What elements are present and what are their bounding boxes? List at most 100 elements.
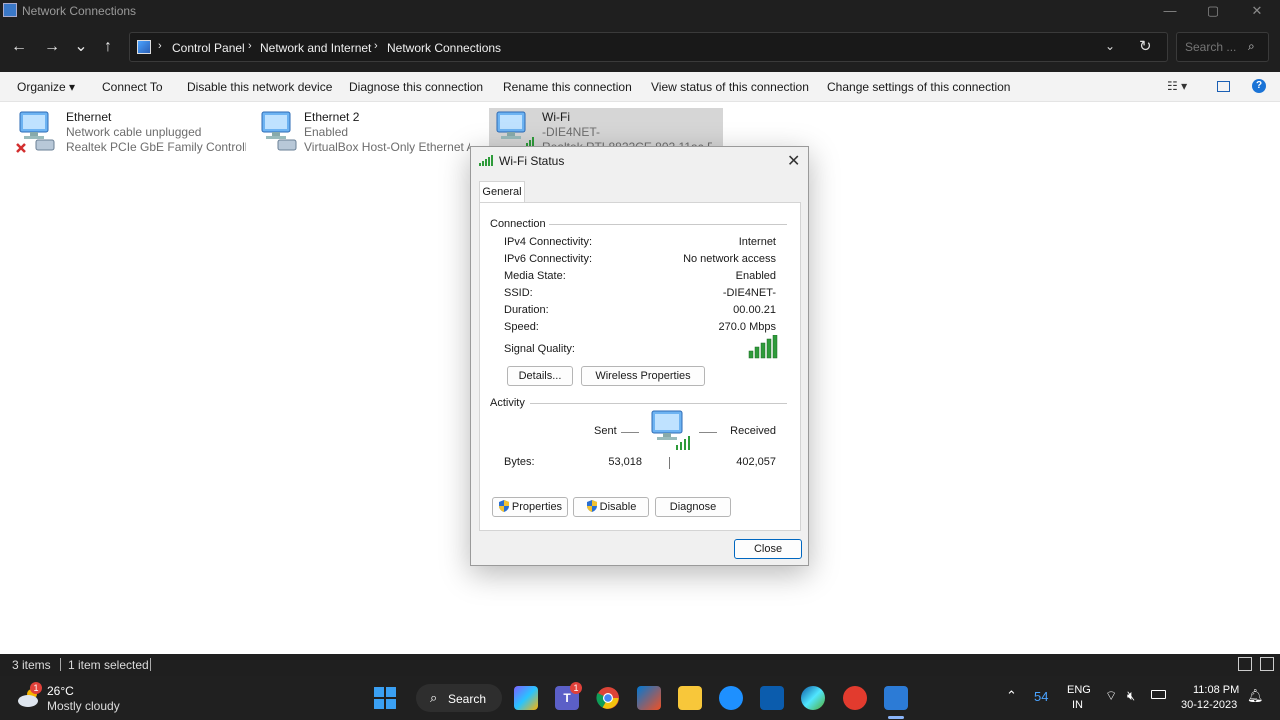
received-line xyxy=(699,432,717,433)
search-box[interactable]: ⌕ xyxy=(1176,32,1269,62)
media-state-value: Enabled xyxy=(735,270,776,282)
tab-general[interactable]: General xyxy=(479,181,525,203)
window-title: Network Connections xyxy=(22,4,137,18)
language-bottom[interactable]: IN xyxy=(1072,699,1083,711)
breadcrumb-chevron-icon[interactable]: › xyxy=(248,40,252,52)
up-button[interactable]: ↑ xyxy=(97,36,119,58)
navigation-bar: ← → ⌄ ↑ › Control Panel › Network and In… xyxy=(0,22,1280,72)
view-status-button[interactable]: View status of this connection xyxy=(651,80,809,94)
rename-connection-button[interactable]: Rename this connection xyxy=(503,80,632,94)
details-button[interactable]: Details... xyxy=(507,366,573,386)
window-title-bar: Network Connections — ▢ ✕ xyxy=(0,0,1280,22)
edge-icon[interactable] xyxy=(801,686,825,710)
address-dropdown-icon[interactable]: ⌄ xyxy=(1105,39,1115,53)
breadcrumb-network-and-internet[interactable]: Network and Internet xyxy=(260,41,371,55)
back-button[interactable]: ← xyxy=(8,36,30,58)
battery-icon[interactable] xyxy=(1151,690,1166,699)
activity-divider xyxy=(530,403,787,404)
preview-pane-icon[interactable] xyxy=(1217,81,1230,92)
language-top[interactable]: ENG xyxy=(1067,684,1091,696)
item-name: Wi-Fi xyxy=(542,110,570,124)
item-status: Network cable unplugged xyxy=(66,125,202,139)
command-bar: Organize ▾ Connect To Disable this netwo… xyxy=(0,72,1280,102)
remote-desktop-icon[interactable] xyxy=(760,686,784,710)
maximize-button[interactable]: ▢ xyxy=(1203,2,1223,20)
disable-device-button[interactable]: Disable this network device xyxy=(187,80,332,94)
show-hidden-icons-chevron-icon[interactable]: ⌃ xyxy=(1006,688,1017,704)
breadcrumb-chevron-icon[interactable]: › xyxy=(374,40,378,52)
item-status: Enabled xyxy=(304,125,349,139)
weather-temperature[interactable]: 26°C xyxy=(47,684,74,698)
change-settings-button[interactable]: Change settings of this connection xyxy=(827,80,1010,94)
status-divider xyxy=(150,658,151,671)
screen-recorder-icon[interactable] xyxy=(843,686,867,710)
large-icons-view-icon[interactable] xyxy=(1260,657,1274,671)
forward-button[interactable]: → xyxy=(41,36,63,58)
breadcrumb-chevron-icon[interactable]: › xyxy=(158,40,162,52)
speed-value: 270.0 Mbps xyxy=(718,321,776,333)
dialog-close-icon[interactable]: ✕ xyxy=(787,151,800,171)
item-adapter: VirtualBox Host-Only Ethernet Adapter xyxy=(304,140,470,154)
connection-divider xyxy=(549,224,787,225)
address-bar[interactable]: › Control Panel › Network and Internet ›… xyxy=(129,32,1168,62)
item-name: Ethernet xyxy=(66,110,112,124)
details-view-icon[interactable] xyxy=(1238,657,1252,671)
breadcrumb-network-connections[interactable]: Network Connections xyxy=(387,41,501,55)
help-icon[interactable]: ? xyxy=(1252,79,1266,93)
speed-label: Speed: xyxy=(504,321,539,333)
received-label: Received xyxy=(730,425,776,437)
duration-label: Duration: xyxy=(504,304,549,316)
breadcrumb-control-panel[interactable]: Control Panel xyxy=(172,41,245,55)
organize-menu[interactable]: Organize ▾ xyxy=(17,80,75,94)
item-name: Ethernet 2 xyxy=(304,110,360,124)
duration-value: 00.00.21 xyxy=(733,304,776,316)
close-button[interactable]: Close xyxy=(734,539,802,559)
start-windows-icon[interactable] xyxy=(373,686,397,710)
clock-date[interactable]: 30-12-2023 xyxy=(1181,699,1237,711)
signal-quality-label: Signal Quality: xyxy=(504,343,575,355)
sent-line xyxy=(621,432,639,433)
search-icon[interactable]: ⌕ xyxy=(1248,39,1255,54)
search-input[interactable] xyxy=(1185,40,1245,54)
connect-to-button[interactable]: Connect To xyxy=(102,80,163,94)
properties-button[interactable]: Properties xyxy=(492,497,568,517)
copilot-icon[interactable] xyxy=(514,686,538,710)
list-item-ethernet[interactable]: Ethernet Network cable unplugged Realtek… xyxy=(0,108,250,158)
tray-counter[interactable]: 54 xyxy=(1034,689,1048,704)
network-connections-app-icon xyxy=(3,3,17,17)
volume-muted-icon[interactable]: 🔇︎ xyxy=(1127,688,1135,704)
recent-locations-button[interactable]: ⌄ xyxy=(70,36,92,58)
bytes-received-value: 402,057 xyxy=(736,456,776,468)
uac-shield-icon xyxy=(586,500,597,512)
wifi-icon[interactable]: ⌔ xyxy=(1105,688,1117,704)
ssid-value: -DIE4NET- xyxy=(722,287,776,299)
bytes-label: Bytes: xyxy=(504,456,535,468)
wifi-status-dialog: Wi-Fi Status ✕ General Connection IPv4 C… xyxy=(470,146,809,566)
status-divider xyxy=(60,658,61,671)
signal-quality-bars-icon xyxy=(748,335,778,359)
minimize-button[interactable]: — xyxy=(1160,2,1180,20)
bytes-divider xyxy=(669,457,670,469)
disable-button[interactable]: Disable xyxy=(573,497,649,517)
chrome-icon[interactable] xyxy=(596,686,620,710)
wireless-properties-button[interactable]: Wireless Properties xyxy=(581,366,705,386)
clock-time[interactable]: 11:08 PM xyxy=(1193,684,1239,696)
list-item-ethernet-2[interactable]: Ethernet 2 Enabled VirtualBox Host-Only … xyxy=(242,108,472,158)
activity-group-label: Activity xyxy=(490,397,525,409)
change-view-icon[interactable]: ☷ ▾ xyxy=(1167,79,1187,93)
file-explorer-icon[interactable] xyxy=(678,686,702,710)
close-window-button[interactable]: ✕ xyxy=(1247,2,1267,20)
diagnose-connection-button[interactable]: Diagnose this connection xyxy=(349,80,483,94)
dialog-title: Wi-Fi Status xyxy=(499,154,565,168)
taskbar-search[interactable]: ⌕ Search xyxy=(416,684,502,712)
media-state-label: Media State: xyxy=(504,270,566,282)
diagnose-button[interactable]: Diagnose xyxy=(655,497,731,517)
control-panel-icon xyxy=(137,40,151,54)
get-help-icon[interactable] xyxy=(719,686,743,710)
weather-condition[interactable]: Mostly cloudy xyxy=(47,699,120,713)
network-connections-taskbar-icon[interactable] xyxy=(884,686,908,710)
refresh-icon[interactable]: ↻ xyxy=(1139,37,1152,55)
microsoft-store-icon[interactable] xyxy=(637,686,661,710)
ipv4-value: Internet xyxy=(738,236,776,248)
notification-bell-icon[interactable]: 🔔︎ xyxy=(1247,688,1264,704)
